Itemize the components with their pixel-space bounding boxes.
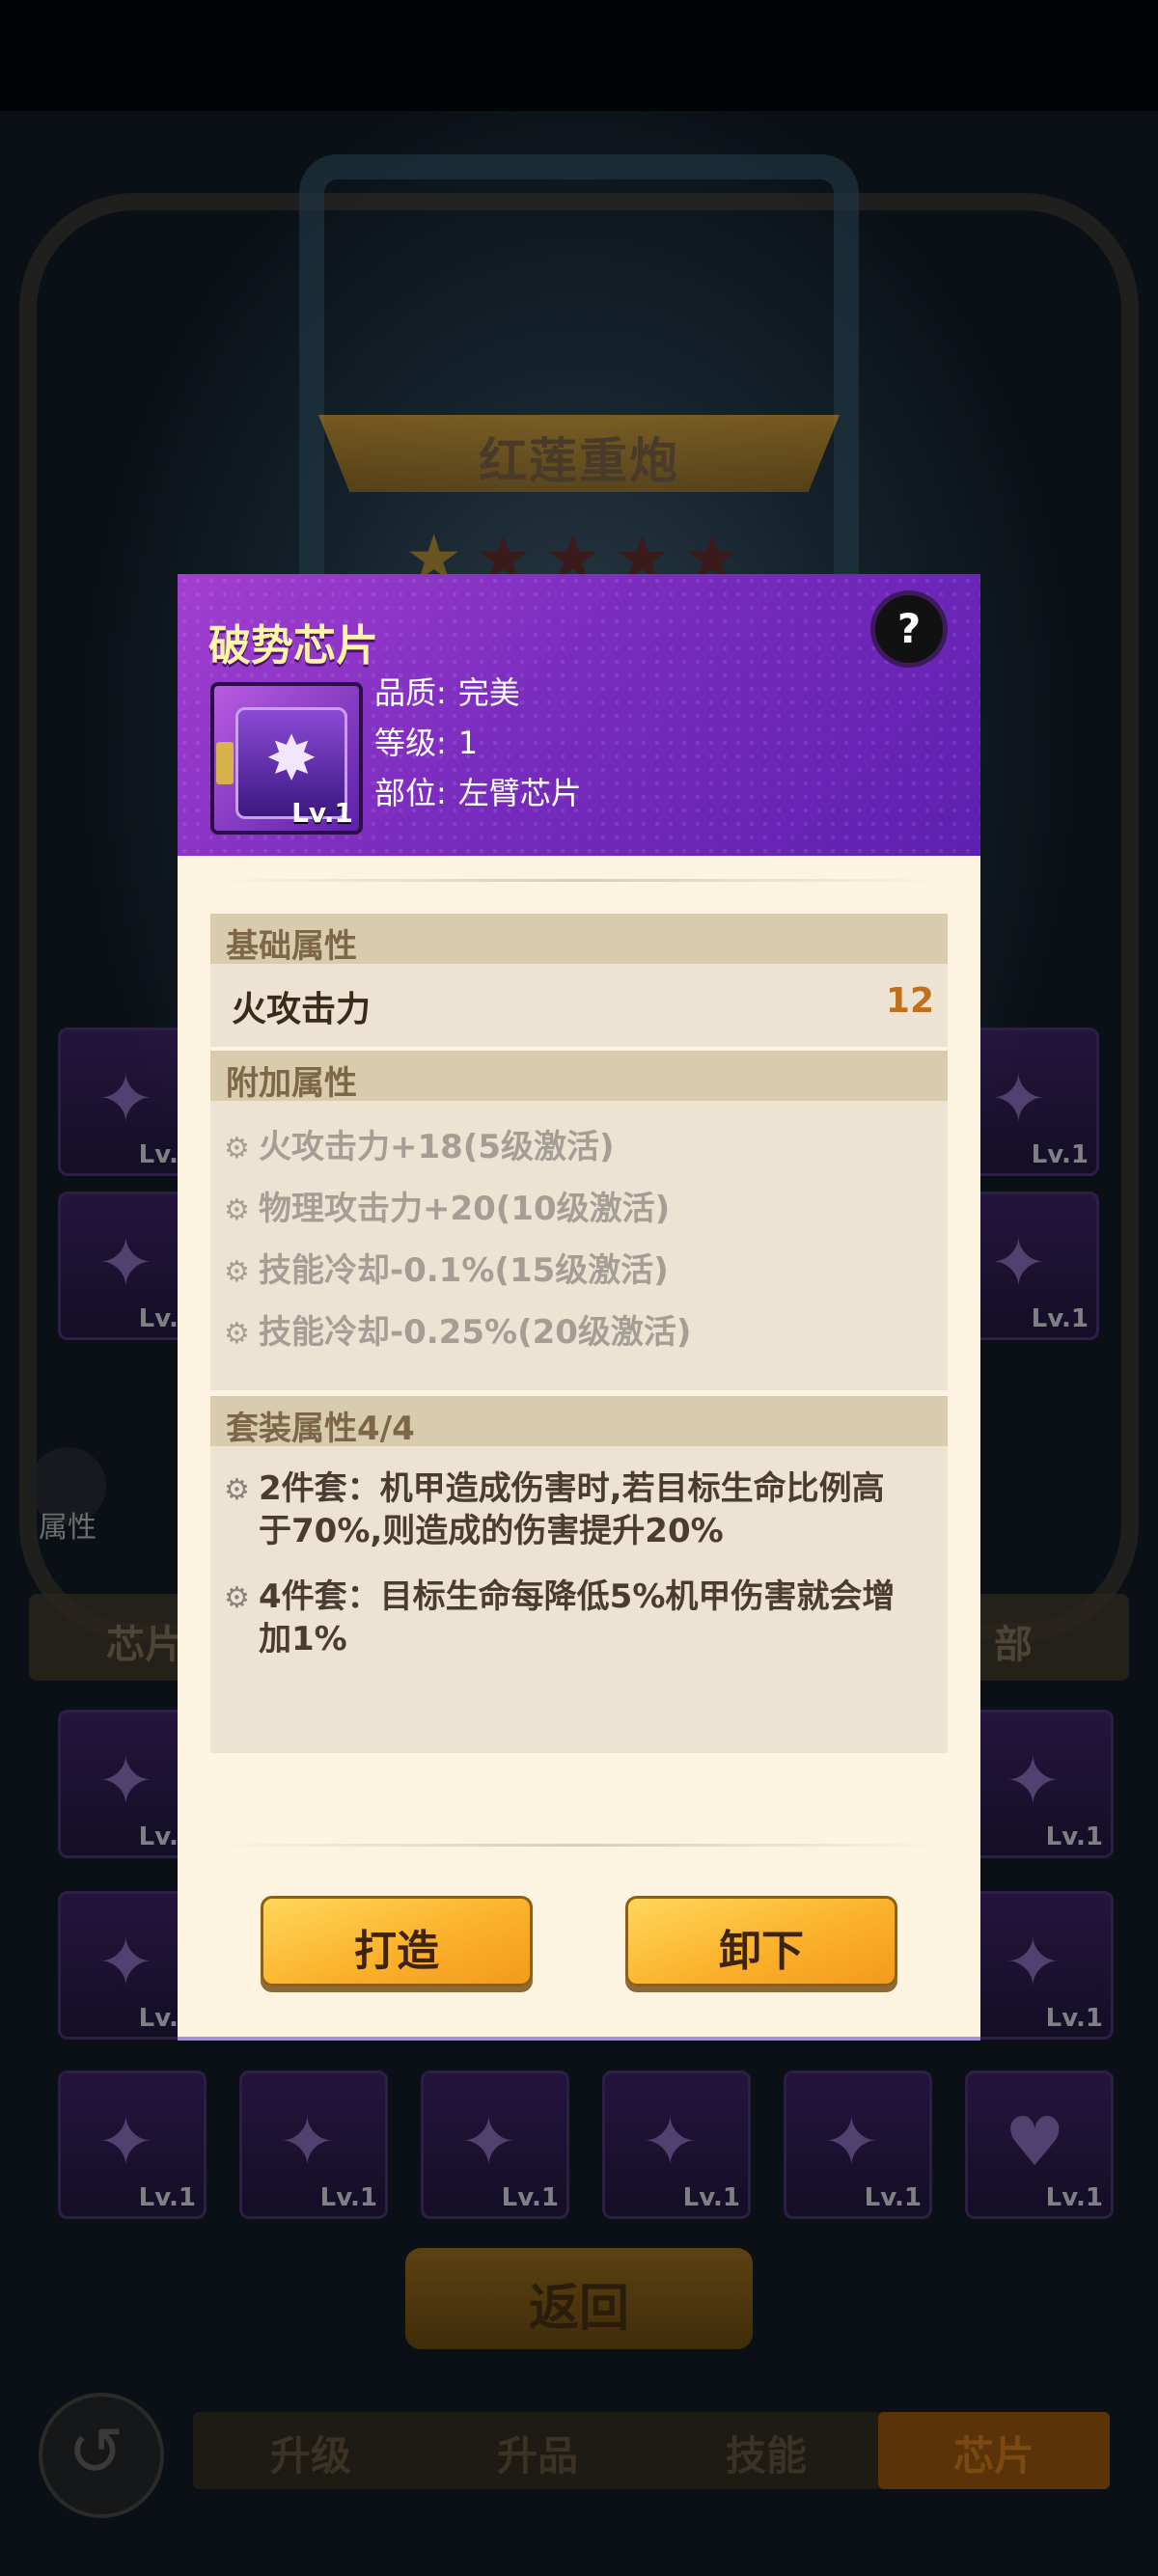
inventory-slot[interactable]: ✦ Lv.1 bbox=[784, 2070, 932, 2219]
gear-icon: ⚙ bbox=[224, 1581, 250, 1615]
inventory-slot[interactable]: ✦ Lv.1 bbox=[965, 1710, 1114, 1858]
chip-icon: ✦ bbox=[990, 1059, 1047, 1138]
info-value: 左臂芯片 bbox=[457, 775, 582, 811]
gear-icon: ⚙ bbox=[224, 1473, 250, 1507]
forge-button-label: 打造 bbox=[354, 1927, 439, 1976]
section-title: 基础属性 bbox=[226, 927, 357, 966]
info-key: 部位: bbox=[374, 775, 447, 811]
chip-bar-label: 芯片 bbox=[106, 1623, 183, 1667]
info-level: 等级: 1 bbox=[374, 719, 478, 763]
status-bar bbox=[0, 0, 1158, 111]
slot-level: Lv.1 bbox=[1031, 1140, 1089, 1169]
chip-icon: ✦ bbox=[1005, 1741, 1062, 1821]
base-attr-heading: 基础属性 bbox=[210, 914, 948, 966]
set-bonus-text: 2件套：机甲造成伤害时,若目标生命比例高于70%,则造成的伤害提升20% bbox=[259, 1469, 885, 1550]
unequip-button-label: 卸下 bbox=[719, 1927, 804, 1976]
forge-button[interactable]: 打造 bbox=[261, 1896, 533, 1987]
tab-quality[interactable]: 升品 bbox=[497, 2424, 578, 2482]
extra-attr-text: 物理攻击力+20(10级激活) bbox=[259, 1190, 671, 1228]
info-key: 品质: bbox=[374, 674, 447, 711]
set-attr-box: ⚙ 2件套：机甲造成伤害时,若目标生命比例高于70%,则造成的伤害提升20% ⚙ 4… bbox=[210, 1446, 948, 1753]
set-bonus-item: ⚙ 2件套：机甲造成伤害时,若目标生命比例高于70%,则造成的伤害提升20% bbox=[224, 1467, 919, 1552]
info-quality: 品质: 完美 bbox=[374, 669, 520, 713]
chip-icon: ✦ bbox=[460, 2102, 517, 2181]
base-attr-box: 火攻击力 12 bbox=[210, 964, 948, 1047]
mech-name: 红莲重炮 bbox=[479, 433, 679, 489]
inventory-slot[interactable]: ✦ Lv.1 bbox=[602, 2070, 751, 2219]
extra-attr-text: 技能冷却-0.1%(15级激活) bbox=[259, 1251, 669, 1290]
dialog-title: 破势芯片 bbox=[208, 621, 378, 671]
slot-level: Lv.1 bbox=[1045, 1822, 1103, 1851]
extra-attr-box: ⚙ 火攻击力+18(5级激活) ⚙ 物理攻击力+20(10级激活) ⚙ 技能冷却-0.… bbox=[210, 1101, 948, 1390]
chip-icon: ✦ bbox=[97, 1741, 154, 1821]
extra-attr-text: 技能冷却-0.25%(20级激活) bbox=[259, 1313, 692, 1352]
extra-attr-heading: 附加属性 bbox=[210, 1051, 948, 1103]
slot-level: Lv.1 bbox=[864, 2183, 922, 2212]
inventory-slot[interactable]: ✦ Lv.1 bbox=[965, 1891, 1114, 2040]
slot-level: Lv.1 bbox=[1045, 2004, 1103, 2033]
unequip-button[interactable]: 卸下 bbox=[625, 1896, 897, 1987]
info-slot: 部位: 左臂芯片 bbox=[374, 769, 582, 813]
tab-skills[interactable]: 技能 bbox=[726, 2424, 807, 2482]
extra-attr-item: ⚙ 火攻击力+18(5级激活) bbox=[224, 1120, 615, 1167]
info-key: 等级: bbox=[374, 725, 447, 761]
side-panel-label: 属性 bbox=[39, 1511, 96, 1545]
chip-icon: ✦ bbox=[823, 2102, 880, 2181]
extra-attr-item: ⚙ 物理攻击力+20(10级激活) bbox=[224, 1182, 670, 1229]
extra-attr-item: ⚙ 技能冷却-0.25%(20级激活) bbox=[224, 1305, 691, 1353]
set-attr-heading: 套装属性4/4 bbox=[210, 1396, 948, 1448]
base-stat-value: 12 bbox=[885, 981, 934, 1021]
chip-icon: ✦ bbox=[97, 2102, 154, 2181]
tab-upgrade[interactable]: 升级 bbox=[270, 2424, 351, 2482]
chip-icon: ✦ bbox=[990, 1223, 1047, 1302]
chip-icon: ✦ bbox=[1005, 1923, 1062, 2002]
section-title: 套装属性4/4 bbox=[226, 1410, 415, 1448]
set-bonus-item: ⚙ 4件套：目标生命每降低5%机甲伤害就会增加1% bbox=[224, 1576, 919, 1660]
chip-icon: ✦ bbox=[279, 2102, 336, 2181]
chip-detail-dialog: 破势芯片 ? ✸ Lv.1 品质: 完美 等级: 1 部位: 左臂芯片 基础属性 火攻… bbox=[178, 574, 980, 2041]
slot-level: Lv.1 bbox=[138, 2183, 196, 2212]
extra-attr-item: ⚙ 技能冷却-0.1%(15级激活) bbox=[224, 1244, 669, 1291]
dialog-body: 基础属性 火攻击力 12 附加属性 ⚙ 火攻击力+18(5级激活) ⚙ 物理攻击力+… bbox=[178, 856, 980, 2041]
chip-item-icon: ✸ Lv.1 bbox=[210, 682, 363, 835]
undo-icon: ↺ bbox=[68, 2412, 124, 2491]
back-button-label: 返回 bbox=[528, 2280, 629, 2338]
inventory-slot[interactable]: ✦ Lv.1 bbox=[58, 2070, 207, 2219]
tab-chips[interactable]: 芯片 bbox=[953, 2424, 1034, 2482]
set-bonus-text: 4件套：目标生命每降低5%机甲伤害就会增加1% bbox=[259, 1577, 896, 1658]
slot-level: Lv.1 bbox=[682, 2183, 740, 2212]
info-value: 1 bbox=[457, 725, 479, 761]
chip-connector bbox=[216, 742, 234, 784]
extra-attr-text: 火攻击力+18(5级激活) bbox=[259, 1128, 615, 1166]
slot-level: Lv.1 bbox=[319, 2183, 377, 2212]
chip-icon: ✦ bbox=[642, 2102, 699, 2181]
divider bbox=[210, 879, 948, 882]
inventory-slot[interactable]: ✦ Lv.1 bbox=[239, 2070, 388, 2219]
inventory-slot[interactable]: ♥ Lv.1 bbox=[965, 2070, 1114, 2219]
divider bbox=[210, 1844, 948, 1847]
chip-icon: ✦ bbox=[97, 1223, 154, 1302]
chip-icon: ✦ bbox=[97, 1059, 154, 1138]
chip-bar-right: 部 bbox=[994, 1623, 1033, 1667]
section-title: 附加属性 bbox=[226, 1064, 357, 1103]
gear-icon: ⚙ bbox=[224, 1317, 250, 1351]
gear-icon: ⚙ bbox=[224, 1255, 250, 1289]
heart-icon: ♥ bbox=[1005, 2102, 1065, 2181]
inventory-slot[interactable]: ✦ Lv.1 bbox=[421, 2070, 569, 2219]
slot-level: Lv.1 bbox=[1031, 1304, 1089, 1333]
slot-level: Lv.1 bbox=[1045, 2183, 1103, 2212]
burst-icon: ✸ bbox=[265, 724, 317, 795]
help-icon[interactable]: ? bbox=[870, 590, 948, 668]
base-stat-name: 火攻击力 bbox=[232, 990, 372, 1029]
gear-icon: ⚙ bbox=[224, 1193, 250, 1227]
chip-level-badge: Lv.1 bbox=[291, 797, 353, 829]
gear-icon: ⚙ bbox=[224, 1132, 250, 1165]
chip-icon: ✦ bbox=[97, 1923, 154, 2002]
info-value: 完美 bbox=[457, 674, 520, 711]
slot-level: Lv.1 bbox=[501, 2183, 559, 2212]
